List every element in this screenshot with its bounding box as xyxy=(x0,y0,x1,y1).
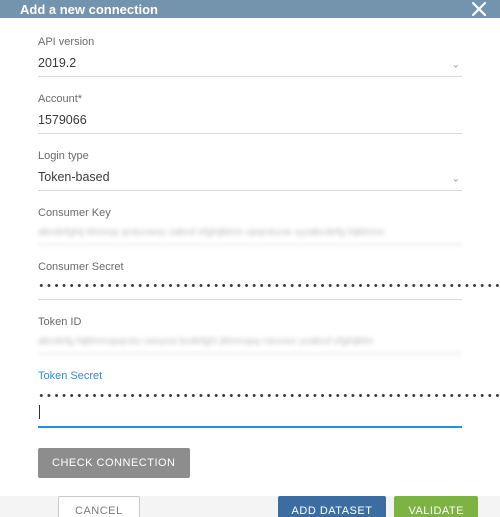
field-api-version: API version 2019.2 ⌄ xyxy=(38,36,462,77)
token-secret-underline xyxy=(38,426,462,428)
account-input[interactable]: 1579066 xyxy=(38,109,462,134)
footer-right: ADD DATASET VALIDATE xyxy=(278,496,478,517)
api-version-value: 2019.2 xyxy=(38,52,462,77)
field-label: Token Secret xyxy=(38,370,462,382)
field-consumer-key: Consumer Key abcdefghij klmnop qrstuvwxy… xyxy=(38,207,462,245)
dialog-body: API version 2019.2 ⌄ Account* 1579066 Lo… xyxy=(0,18,500,496)
field-consumer-secret: Consumer Secret ••••••••••••••••••••••••… xyxy=(38,261,462,300)
dialog-footer: CANCEL ADD DATASET VALIDATE xyxy=(0,496,500,517)
field-token-secret: Token Secret •••••••••••••••••••••••••••… xyxy=(38,370,462,428)
login-type-value: Token-based xyxy=(38,166,462,191)
dialog-header: Add a new connection xyxy=(0,0,500,18)
token-secret-text: ••••••••••••••••••••••••••••••••••••••••… xyxy=(38,387,500,403)
text-caret xyxy=(39,405,40,419)
field-label: Login type xyxy=(38,150,462,162)
field-label: Consumer Secret xyxy=(38,261,462,273)
field-token-id: Token ID abcdefg hijklmnopqrstu vwxyza b… xyxy=(38,316,462,354)
add-dataset-button[interactable]: ADD DATASET xyxy=(278,496,387,517)
consumer-secret-input[interactable]: ••••••••••••••••••••••••••••••••••••••••… xyxy=(38,277,462,300)
validate-button[interactable]: VALIDATE xyxy=(394,496,478,517)
api-version-select[interactable]: 2019.2 ⌄ xyxy=(38,52,462,77)
check-connection-row: CHECK CONNECTION xyxy=(38,448,462,478)
login-type-select[interactable]: Token-based ⌄ xyxy=(38,166,462,191)
field-account: Account* 1579066 xyxy=(38,93,462,134)
add-connection-dialog: Add a new connection API version 2019.2 … xyxy=(0,0,500,517)
field-label: Account* xyxy=(38,93,462,105)
field-label: API version xyxy=(38,36,462,48)
cancel-button[interactable]: CANCEL xyxy=(58,496,140,517)
check-connection-button[interactable]: CHECK CONNECTION xyxy=(38,448,190,478)
dialog-title: Add a new connection xyxy=(20,2,158,17)
field-login-type: Login type Token-based ⌄ xyxy=(38,150,462,191)
field-label: Token ID xyxy=(38,316,462,328)
close-icon[interactable] xyxy=(470,0,488,18)
field-label: Consumer Key xyxy=(38,207,462,219)
token-id-input[interactable]: abcdefg hijklmnopqrstu vwxyza bcdefghi j… xyxy=(38,332,462,354)
consumer-key-input[interactable]: abcdefghij klmnop qrstuvwxy zabcd efghij… xyxy=(38,223,462,245)
